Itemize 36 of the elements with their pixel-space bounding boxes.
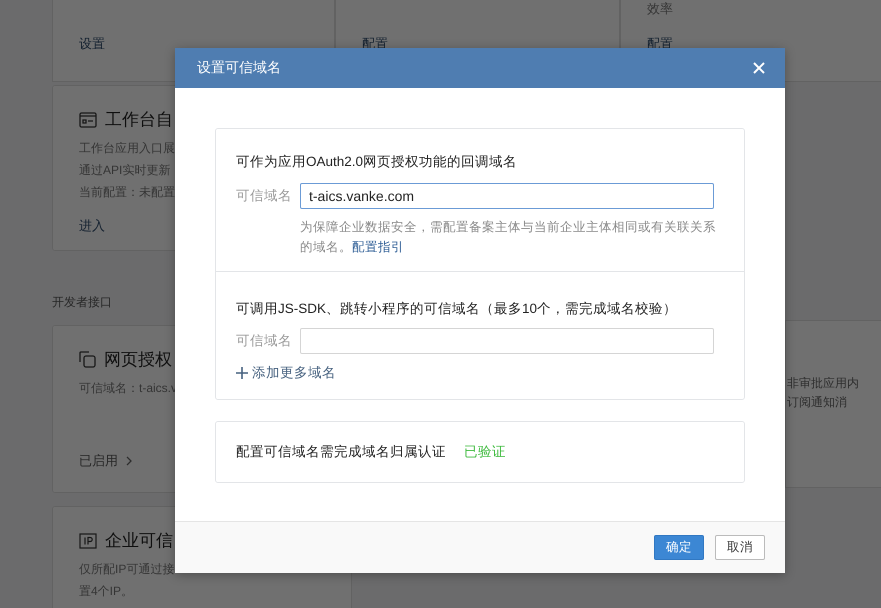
card-description: 仅所配IP可通过接: [79, 561, 174, 578]
card-description: 置4个IP。: [79, 583, 134, 600]
status-text: 已启用: [79, 452, 118, 470]
section-heading: 可作为应用OAuth2.0网页授权功能的回调域名: [236, 153, 518, 171]
section-heading: 可调用JS-SDK、跳转小程序的可信域名（最多10个，需完成域名校验）: [236, 300, 678, 318]
guide-link[interactable]: 配置指引: [352, 240, 404, 254]
close-icon[interactable]: [753, 62, 765, 74]
card-title: 企业可信: [105, 530, 173, 552]
chevron-right-icon[interactable]: [126, 456, 132, 466]
card-description: 工作台应用入口展: [79, 140, 175, 157]
cancel-button[interactable]: 取消: [715, 535, 765, 560]
card-title: 工作台自: [105, 109, 173, 131]
dialog-title: 设置可信域名: [197, 59, 281, 77]
enter-link[interactable]: 进入: [79, 217, 105, 235]
hint-text: 为保障企业数据安全，需配置备案主体与当前企业主体相同或有关联关系的域名。配置指引: [300, 219, 716, 256]
overlap-squares-icon: [79, 351, 96, 368]
field-label: 可信域名: [236, 187, 292, 205]
card-description: 非审批应用内: [787, 375, 859, 392]
field-label: 可信域名: [236, 332, 292, 350]
domain-input-field[interactable]: t-aics.vanke.com: [300, 183, 714, 209]
card-title: 网页授权: [104, 349, 172, 371]
section-label: 开发者接口: [52, 294, 112, 311]
verification-text: 配置可信域名需完成域名归属认证: [236, 443, 446, 461]
config-status: 当前配置：未配置: [79, 184, 175, 201]
card-description: 可信域名：t-aics.v: [79, 380, 178, 397]
setting-link[interactable]: 设置: [79, 36, 105, 51]
ip-icon: [79, 532, 97, 548]
card-description: 通过API实时更新: [79, 162, 170, 179]
plus-icon: [236, 367, 248, 379]
card-caption: 效率: [647, 0, 673, 18]
id-card-icon: [79, 112, 97, 128]
add-domain-link[interactable]: 添加更多域名: [236, 364, 336, 382]
verified-status: 已验证: [464, 443, 506, 461]
card-description: 订阅通知消: [787, 394, 848, 411]
domain-input-field[interactable]: [300, 328, 714, 354]
confirm-button[interactable]: 确定: [654, 535, 704, 560]
